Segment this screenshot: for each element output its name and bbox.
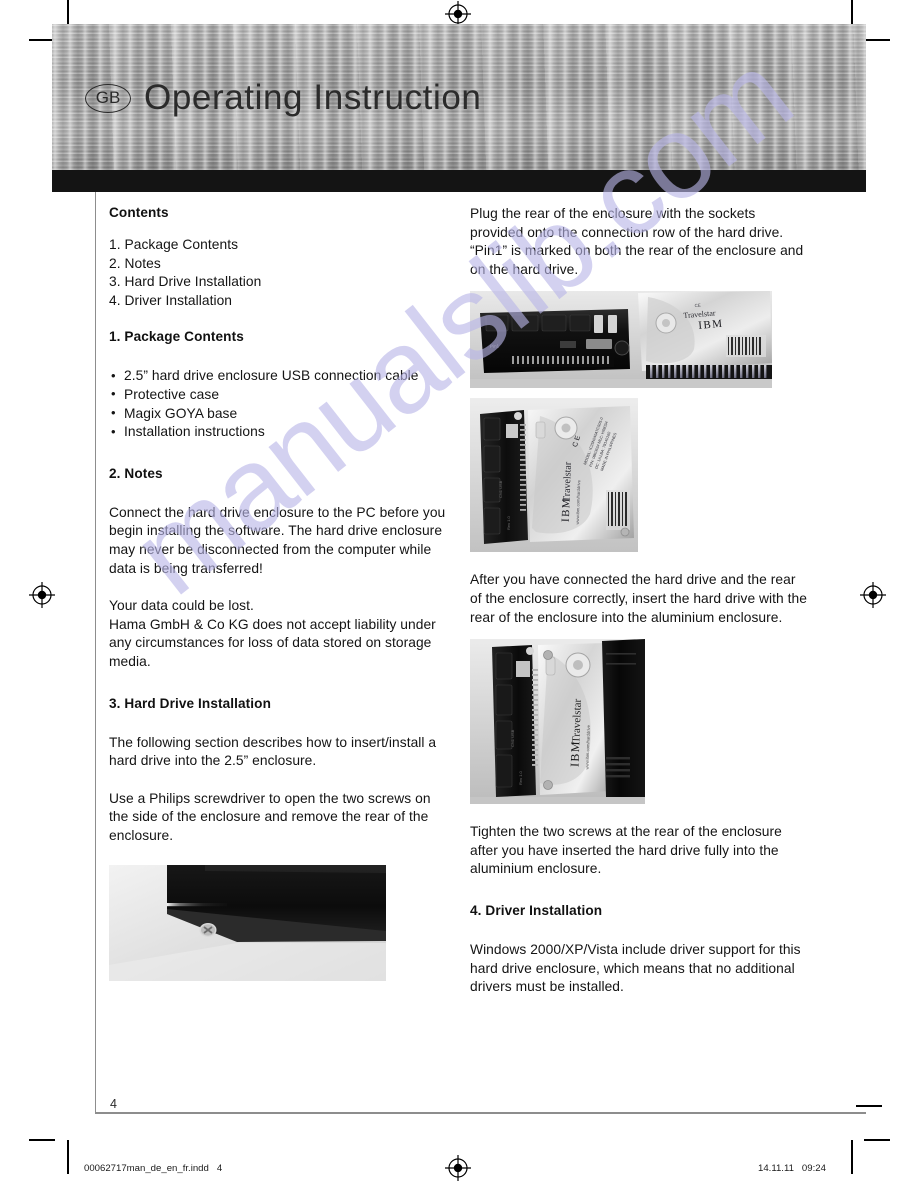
svg-text:CE: CE	[694, 303, 701, 309]
driver-install-paragraph: Windows 2000/XP/Vista include driver sup…	[470, 941, 801, 995]
page-number: 4	[110, 1097, 117, 1111]
hard-drive-connected-to-rear-photo: CN1 USB Rev 1.0 IBM Travelstar www.ibm.c…	[470, 398, 638, 553]
section-2-heading: 2. Notes	[109, 465, 163, 481]
toc-item[interactable]: 4. Driver Installation	[109, 292, 449, 311]
section-4-heading: 4. Driver Installation	[470, 902, 603, 918]
toc-item[interactable]: 1. Package Contents	[109, 236, 449, 255]
svg-text:Travelstar: Travelstar	[570, 698, 584, 743]
svg-text:Rev 1.0: Rev 1.0	[518, 771, 523, 786]
table-of-contents: 1. Package Contents 2. Notes 3. Hard Dri…	[109, 236, 449, 310]
enclosure-side-screw-photo	[109, 865, 386, 982]
section-3-heading: 3. Hard Drive Installation	[109, 695, 271, 711]
list-item: Magix GOYA base	[109, 404, 449, 424]
list-item: Protective case	[109, 385, 449, 405]
hard-drive-install-paragraph-2: Use a Philips screwdriver to open the tw…	[109, 790, 431, 843]
notes-paragraph-2: Your data could be lost. Hama GmbH & Co …	[109, 598, 436, 669]
hard-drive-inserted-into-aluminium-enclosure-photo: CN1 USB Rev 1.0 IBM Travelstar www.ibm.c…	[470, 639, 645, 805]
enclosure-rear-and-hard-drive-photo: Pin1 IBM Travelstar CE	[470, 291, 772, 389]
page-content: Contents 1. Package Contents 2. Notes 3.…	[0, 0, 918, 1188]
svg-text:Pin1: Pin1	[490, 344, 500, 349]
tighten-screws-paragraph: Tighten the two screws at the rear of th…	[470, 824, 782, 877]
list-item: 2.5” hard drive enclosure USB connection…	[109, 367, 449, 386]
document-page: GB Operating Instruction Contents 1. Pac…	[0, 0, 918, 1188]
notes-paragraph-1: Connect the hard drive enclosure to the …	[109, 504, 446, 576]
pin1-paragraph: Plug the rear of the enclosure with the …	[470, 206, 804, 277]
package-contents-list: 2.5” hard drive enclosure USB connection…	[109, 367, 449, 441]
toc-item[interactable]: 2. Notes	[109, 255, 449, 274]
svg-text:CN1 USB: CN1 USB	[510, 729, 515, 747]
left-column: Contents 1. Package Contents 2. Notes 3.…	[109, 205, 449, 982]
svg-text:CN1 USB: CN1 USB	[498, 481, 503, 499]
toc-item[interactable]: 3. Hard Drive Installation	[109, 273, 449, 292]
svg-text:Rev 1.0: Rev 1.0	[506, 516, 511, 531]
right-column: Plug the rear of the enclosure with the …	[470, 205, 810, 997]
section-1-heading: 1. Package Contents	[109, 329, 244, 345]
list-item: Installation instructions	[109, 423, 449, 442]
footer-file-name: 00062717man_de_en_fr.indd 4	[84, 1163, 223, 1174]
insert-drive-paragraph: After you have connected the hard drive …	[470, 572, 807, 625]
footer-timestamp: 14.11.11 09:24	[758, 1163, 826, 1174]
svg-text:IBM: IBM	[698, 318, 724, 332]
hard-drive-install-paragraph-1: The following section describes how to i…	[109, 734, 437, 769]
contents-heading: Contents	[109, 205, 169, 220]
svg-text:Travelstar: Travelstar	[562, 461, 574, 502]
